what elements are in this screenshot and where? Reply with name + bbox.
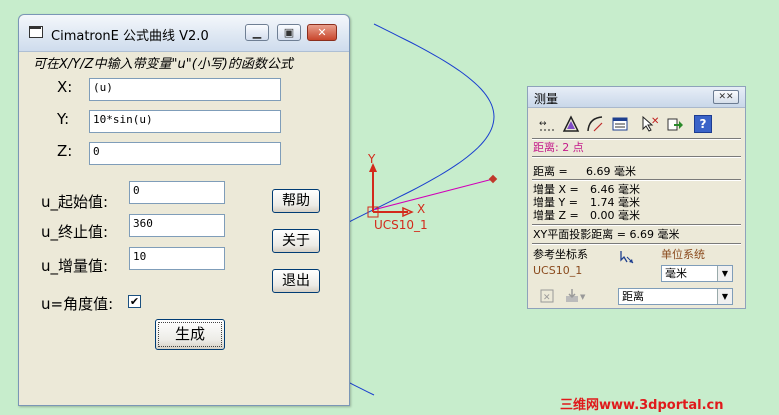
measure-title: 测量: [534, 92, 559, 106]
delta-x-label: 增量 X =: [533, 183, 579, 196]
close-icon[interactable]: ✕✕: [713, 90, 739, 104]
watermark: 三维网www.3dportal.cn: [560, 398, 724, 413]
delta-x-value: 6.46 毫米: [590, 183, 640, 196]
about-button[interactable]: 关于: [272, 229, 320, 253]
distance-tool-icon[interactable]: ↔: [538, 115, 556, 133]
xy-projection-text: XY平面投影距离 = 6.69 毫米: [533, 228, 680, 241]
measure-point: [488, 174, 498, 184]
unit-system-label: 单位系统: [661, 248, 705, 261]
axis-y-label: Y: [368, 152, 376, 166]
close-icon[interactable]: ✕: [307, 24, 337, 41]
delta-y-value: 1.74 毫米: [590, 196, 640, 209]
measure-type-value: 距离: [622, 290, 644, 303]
svg-text:↔: ↔: [539, 119, 547, 129]
distance-value: 6.69 毫米: [586, 165, 636, 178]
svg-text:✕: ✕: [651, 116, 659, 127]
minimize-icon[interactable]: ▁: [245, 24, 269, 41]
x-formula-input[interactable]: (u): [89, 78, 281, 101]
y-formula-input[interactable]: 10*sin(u): [89, 110, 281, 133]
help-button[interactable]: 帮助: [272, 189, 320, 213]
delta-y-label: 增量 Y =: [533, 196, 578, 209]
title-bar[interactable]: CimatronE 公式曲线 V2.0 ▁ ▣ ✕: [19, 15, 349, 52]
help-icon[interactable]: ?: [694, 115, 712, 133]
z-label: Z:: [57, 142, 73, 160]
window-title: CimatronE 公式曲线 V2.0: [51, 29, 209, 44]
generate-button[interactable]: 生成: [155, 319, 225, 350]
measure-line: [372, 178, 494, 211]
formula-curve-window: CimatronE 公式曲线 V2.0 ▁ ▣ ✕ 可在X/Y/Z中输入带变量"…: [18, 14, 350, 406]
maximize-icon[interactable]: ▣: [277, 24, 301, 41]
start-value-input[interactable]: 0: [129, 181, 225, 204]
pick-cs-icon[interactable]: [618, 248, 636, 266]
unit-select[interactable]: 毫米 ▼: [661, 265, 733, 282]
degree-checkbox[interactable]: ✔: [128, 295, 141, 308]
measure-title-bar[interactable]: 测量 ✕✕: [528, 87, 745, 108]
save-disabled-icon: ▼: [564, 287, 586, 305]
angle-tool-icon[interactable]: [562, 115, 580, 133]
start-value-label: u_起始值:: [41, 193, 109, 211]
unit-select-value: 毫米: [665, 267, 687, 280]
measure-window: 测量 ✕✕ ↔ ✕ ? 距离: 2 点 距离 = 6.69 毫米 增量 X = …: [527, 86, 746, 309]
end-value-label: u_终止值:: [41, 223, 109, 241]
degree-label: u=角度值:: [41, 295, 114, 313]
axis-x-label: X: [417, 202, 426, 216]
arc-tool-icon[interactable]: [586, 115, 604, 133]
z-formula-input[interactable]: 0: [89, 142, 281, 165]
clear-selection-icon[interactable]: ✕: [641, 115, 659, 133]
step-value-input[interactable]: 10: [129, 247, 225, 270]
list-tool-icon[interactable]: [611, 115, 629, 133]
chevron-down-icon[interactable]: ▼: [717, 289, 732, 304]
exit-button[interactable]: 退出: [272, 269, 320, 293]
distance-label: 距离 =: [533, 165, 568, 178]
ref-cs-value: UCS10_1: [533, 264, 583, 277]
delta-z-value: 0.00 毫米: [590, 209, 640, 222]
delta-z-label: 增量 Z =: [533, 209, 579, 222]
svg-text:▼: ▼: [580, 293, 586, 301]
end-value-input[interactable]: 360: [129, 214, 225, 237]
measure-mode-text: 距离: 2 点: [533, 141, 584, 154]
measure-type-select[interactable]: 距离 ▼: [618, 288, 733, 305]
x-label: X:: [57, 78, 73, 96]
svg-text:✕: ✕: [543, 293, 551, 303]
ucs-label: UCS10_1: [374, 218, 428, 232]
export-icon[interactable]: [666, 115, 684, 133]
step-value-label: u_增量值:: [41, 257, 109, 275]
formula-hint: 可在X/Y/Z中输入带变量"u"(小写)的函数公式: [33, 57, 293, 72]
y-label: Y:: [57, 110, 70, 128]
copy-disabled-icon: ✕: [538, 287, 556, 305]
app-window-icon: [29, 26, 43, 38]
ref-cs-label: 参考坐标系: [533, 248, 588, 261]
chevron-down-icon[interactable]: ▼: [717, 266, 732, 281]
